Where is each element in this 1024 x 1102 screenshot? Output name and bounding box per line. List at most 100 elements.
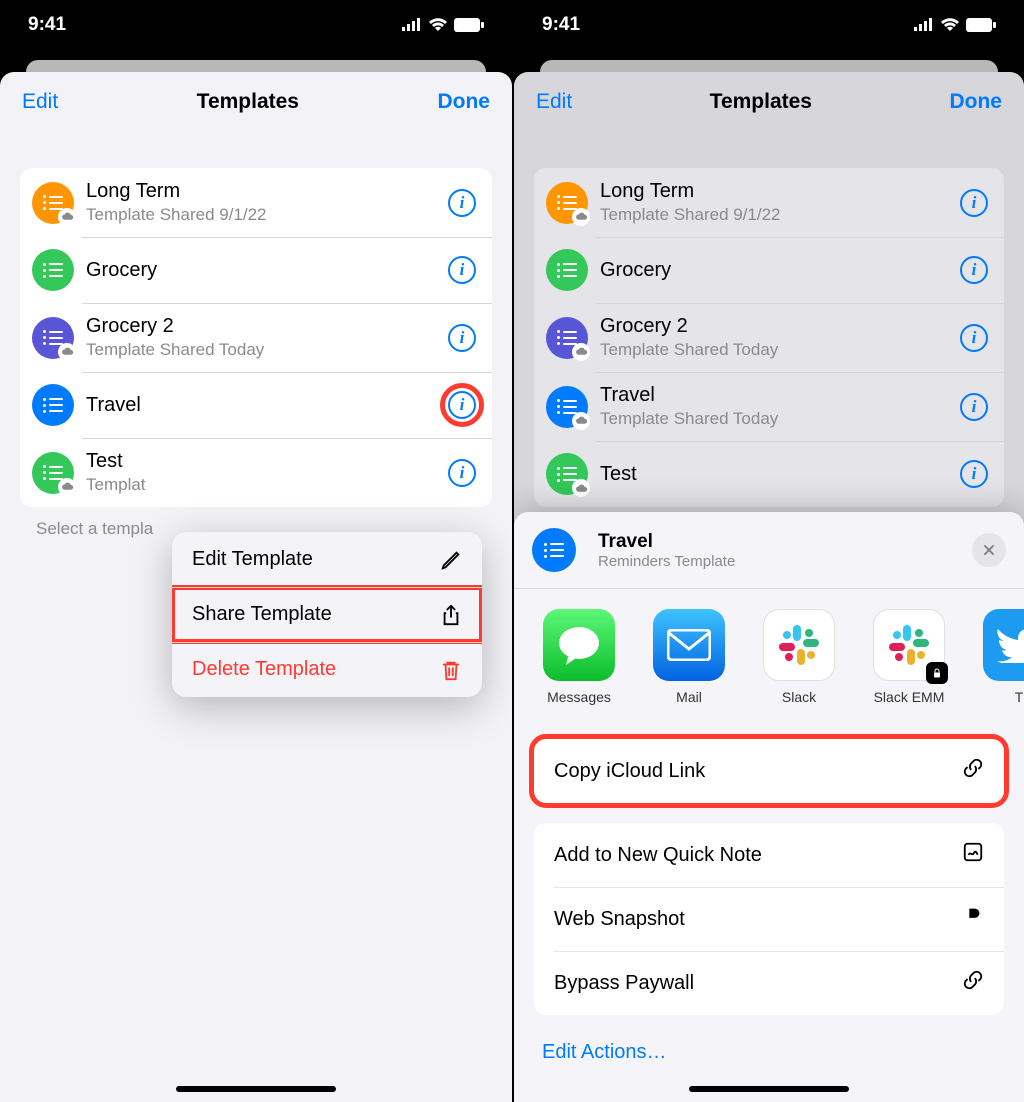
template-title: Grocery [86, 259, 448, 282]
context-share-label: Share Template [192, 603, 332, 626]
share-app-slack-emm[interactable]: Slack EMM [868, 609, 950, 705]
app-label: T [978, 689, 1024, 705]
list-icon [32, 384, 74, 426]
edit-button[interactable]: Edit [22, 90, 58, 114]
context-menu: Edit Template Share Template Delete Temp… [172, 532, 482, 697]
info-button[interactable]: i [448, 459, 476, 487]
template-title: Grocery [600, 259, 960, 282]
context-delete-template[interactable]: Delete Template [172, 642, 482, 697]
template-subtitle: Templat [86, 475, 448, 495]
nav-bar: Edit Templates Done [514, 72, 1024, 132]
nav-title: Templates [710, 90, 812, 114]
template-subtitle: Template Shared 9/1/22 [600, 205, 960, 225]
share-action[interactable]: Bypass Paywall [534, 951, 1004, 1015]
action-label: Copy iCloud Link [554, 760, 705, 783]
nav-bar: Edit Templates Done [0, 72, 512, 132]
template-row[interactable]: Testi [534, 441, 1004, 507]
cloud-badge-icon [572, 479, 590, 497]
home-indicator[interactable] [689, 1086, 849, 1092]
list-icon [546, 249, 588, 291]
info-button[interactable]: i [448, 391, 476, 419]
info-button[interactable]: i [960, 393, 988, 421]
cellular-signal-icon [914, 14, 934, 36]
template-row[interactable]: Grocery 2Template Shared Todayi [534, 303, 1004, 372]
slack-icon [763, 609, 835, 681]
info-button[interactable]: i [448, 256, 476, 284]
share-app-messages[interactable]: Messages [538, 609, 620, 705]
share-sheet: Travel Reminders Template Messages Mail Sl… [514, 512, 1024, 1102]
list-icon [32, 249, 74, 291]
cloud-badge-icon [572, 412, 590, 430]
template-row[interactable]: Long TermTemplate Shared 9/1/22i [534, 168, 1004, 237]
twitter-icon [983, 609, 1024, 681]
app-label: Slack [758, 689, 840, 705]
share-icon [440, 604, 462, 626]
list-icon [32, 452, 74, 494]
wifi-icon [428, 14, 448, 36]
link-icon [962, 969, 984, 997]
note-icon [962, 841, 984, 869]
cloud-badge-icon [572, 208, 590, 226]
mail-icon [653, 609, 725, 681]
template-title: Travel [600, 384, 960, 407]
context-edit-template[interactable]: Edit Template [172, 532, 482, 587]
status-bar: 9:41 [0, 0, 512, 50]
share-header-icon [532, 528, 576, 572]
share-title: Travel [598, 531, 972, 553]
wifi-icon [940, 14, 960, 36]
action-label: Bypass Paywall [554, 972, 694, 995]
template-row[interactable]: Groceryi [20, 237, 492, 303]
cloud-badge-icon [58, 478, 76, 496]
list-icon [546, 182, 588, 224]
p-icon [962, 905, 984, 933]
share-primary-actions: Copy iCloud Link [534, 739, 1004, 803]
info-button[interactable]: i [960, 324, 988, 352]
status-time: 9:41 [28, 14, 66, 36]
info-button[interactable]: i [448, 324, 476, 352]
context-delete-label: Delete Template [192, 658, 336, 681]
template-row[interactable]: Grocery 2Template Shared Todayi [20, 303, 492, 372]
template-row[interactable]: TravelTemplate Shared Todayi [534, 372, 1004, 441]
app-label: Messages [538, 689, 620, 705]
app-label: Slack EMM [868, 689, 950, 705]
template-subtitle: Template Shared Today [86, 340, 448, 360]
template-title: Long Term [86, 180, 448, 203]
share-action[interactable]: Web Snapshot [534, 887, 1004, 951]
cloud-badge-icon [572, 343, 590, 361]
status-time: 9:41 [542, 14, 580, 36]
template-subtitle: Template Shared Today [600, 409, 960, 429]
context-share-template[interactable]: Share Template [172, 587, 482, 642]
template-row[interactable]: Traveli [20, 372, 492, 438]
info-button[interactable]: i [448, 189, 476, 217]
info-button[interactable]: i [960, 460, 988, 488]
info-button[interactable]: i [960, 189, 988, 217]
lock-badge-icon [926, 662, 948, 684]
done-button[interactable]: Done [437, 90, 490, 114]
template-row[interactable]: Groceryi [534, 237, 1004, 303]
share-apps-row[interactable]: Messages Mail Slack Slack EMM T [514, 589, 1024, 719]
template-title: Test [86, 450, 448, 473]
template-title: Long Term [600, 180, 960, 203]
home-indicator[interactable] [176, 1086, 336, 1092]
info-button[interactable]: i [960, 256, 988, 284]
list-icon [546, 386, 588, 428]
close-button[interactable] [972, 533, 1006, 567]
done-button[interactable]: Done [949, 90, 1002, 114]
share-app-twitter[interactable]: T [978, 609, 1024, 705]
template-row[interactable]: TestTemplati [20, 438, 492, 507]
phone-right: 9:41 Edit Templates Done Long TermTempla… [512, 0, 1024, 1102]
phone-left: 9:41 Edit Templates Done Long TermTempla… [0, 0, 512, 1102]
status-bar: 9:41 [514, 0, 1024, 50]
edit-actions-link[interactable]: Edit Actions… [514, 1023, 1024, 1064]
action-label: Web Snapshot [554, 908, 685, 931]
action-copy-icloud-link[interactable]: Copy iCloud Link [534, 739, 1004, 803]
edit-button[interactable]: Edit [536, 90, 572, 114]
cellular-signal-icon [402, 14, 422, 36]
share-app-slack[interactable]: Slack [758, 609, 840, 705]
share-action[interactable]: Add to New Quick Note [534, 823, 1004, 887]
status-indicators [402, 14, 484, 36]
share-app-mail[interactable]: Mail [648, 609, 730, 705]
share-header: Travel Reminders Template [514, 512, 1024, 588]
template-row[interactable]: Long TermTemplate Shared 9/1/22i [20, 168, 492, 237]
pencil-icon [440, 549, 462, 571]
